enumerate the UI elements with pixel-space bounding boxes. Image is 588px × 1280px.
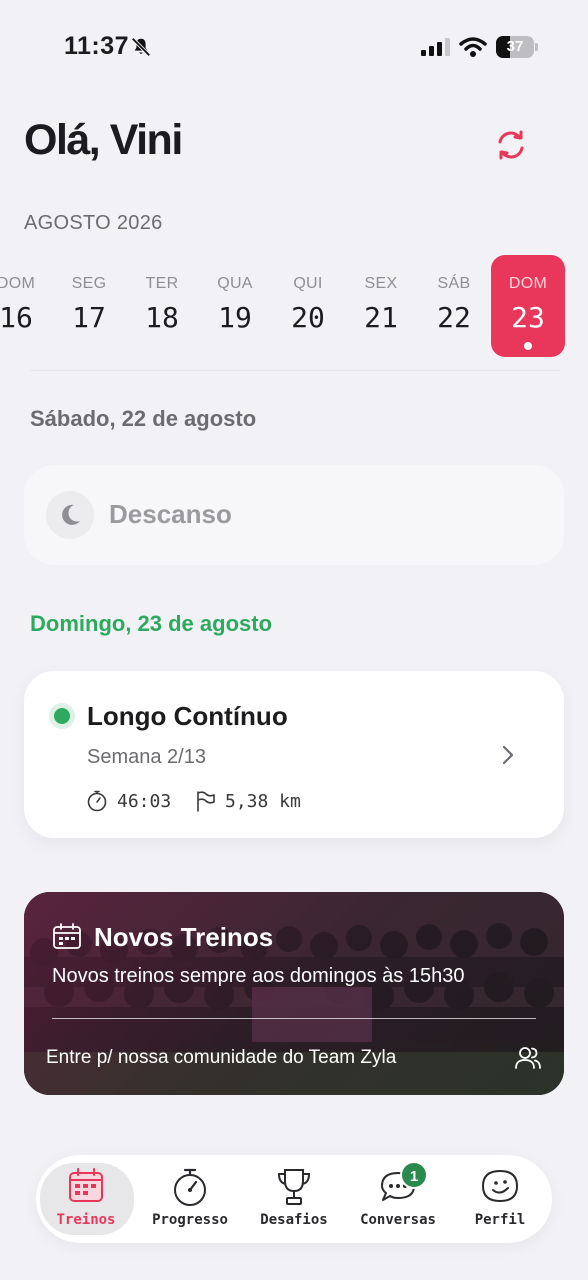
workout-card[interactable]: Longo Contínuo Semana 2/13 46:03 5,38 km <box>24 671 564 838</box>
tab-bar: Treinos Progresso Desafios 1 Conversas P… <box>36 1155 552 1243</box>
community-link[interactable]: Entre p/ nossa comunidade do Team Zyla <box>46 1047 396 1069</box>
notification-badge: 1 <box>400 1161 428 1189</box>
status-time: 11:37 <box>64 32 130 60</box>
calendar-icon <box>69 1168 103 1202</box>
page-title: Olá, Vini <box>24 116 183 164</box>
tab-label: Treinos <box>56 1212 116 1228</box>
day-cell[interactable]: SEX 21 <box>344 255 418 357</box>
day-name: SEG <box>71 275 107 292</box>
divider <box>52 1018 536 1019</box>
wifi-icon <box>459 37 487 57</box>
signal-icon <box>421 38 450 56</box>
day-cell[interactable]: SÁB 22 <box>417 255 491 357</box>
refresh-icon <box>498 130 524 160</box>
day-number: 16 <box>0 301 33 334</box>
status-dot <box>54 708 70 724</box>
day-number: 20 <box>291 301 325 334</box>
day-cell[interactable]: DOM 16 <box>0 255 53 357</box>
day-name: SEX <box>364 275 398 292</box>
bell-slash-icon <box>131 37 151 57</box>
day-name: SÁB <box>437 275 471 292</box>
tab-desafios[interactable]: Desafios <box>244 1155 344 1243</box>
day-cell[interactable]: QUA 19 <box>198 255 272 357</box>
tab-label: Desafios <box>260 1212 328 1228</box>
tab-label: Perfil <box>474 1212 526 1228</box>
tab-perfil[interactable]: Perfil <box>450 1155 550 1243</box>
tab-progresso[interactable]: Progresso <box>140 1155 240 1243</box>
divider <box>30 370 560 371</box>
flag-icon <box>197 791 215 812</box>
day-name: TER <box>145 275 179 292</box>
day-cell[interactable]: QUI 20 <box>271 255 345 357</box>
battery-icon: 37 <box>496 36 538 58</box>
day-number: 17 <box>72 301 106 334</box>
day-name: QUA <box>217 275 253 292</box>
workout-title: Longo Contínuo <box>87 701 288 731</box>
day-name: QUI <box>293 275 323 292</box>
workout-day-date: Domingo, 23 de agosto <box>30 611 273 636</box>
refresh-button[interactable] <box>490 124 532 166</box>
day-number: 23 <box>511 301 545 334</box>
workout-duration: 46:03 <box>117 791 172 812</box>
battery-level: 37 <box>506 38 524 55</box>
month-label: AGOSTO 2026 <box>24 212 163 234</box>
rest-day-card[interactable]: Descanso <box>24 465 564 565</box>
day-number: 19 <box>218 301 252 334</box>
workout-week: Semana 2/13 <box>87 746 206 768</box>
workout-distance: 5,38 km <box>225 791 301 812</box>
banner-subtitle: Novos treinos sempre aos domingos às 15h… <box>52 965 465 987</box>
stopwatch-icon <box>87 790 107 812</box>
today-dot <box>524 342 532 350</box>
rest-label: Descanso <box>109 499 232 529</box>
day-number: 18 <box>145 301 179 334</box>
day-cell[interactable]: TER 18 <box>125 255 199 357</box>
chevron-right-icon <box>502 745 514 765</box>
tab-treinos[interactable]: Treinos <box>36 1155 136 1243</box>
tab-conversas[interactable]: 1 Conversas <box>348 1155 448 1243</box>
week-strip: DOM 16 SEG 17 TER 18 QUA 19 QUI 20 SEX 2… <box>0 255 588 357</box>
status-bar: 11:37 37 <box>0 0 588 96</box>
day-number: 22 <box>437 301 471 334</box>
tab-label: Progresso <box>152 1212 228 1228</box>
smiley-icon <box>481 1169 519 1203</box>
day-cell-selected[interactable]: DOM 23 <box>491 255 565 357</box>
calendar-icon <box>53 923 81 949</box>
day-number: 21 <box>364 301 398 334</box>
trophy-icon <box>277 1169 311 1205</box>
rest-day-date: Sábado, 22 de agosto <box>30 406 257 431</box>
moon-icon <box>46 491 94 539</box>
community-banner[interactable]: Novos Treinos Novos treinos sempre aos d… <box>24 892 564 1095</box>
banner-title: Novos Treinos <box>94 922 274 952</box>
people-icon <box>515 1047 541 1069</box>
day-name: DOM <box>508 275 548 292</box>
stopwatch-icon <box>174 1168 206 1206</box>
day-name: DOM <box>0 275 36 292</box>
day-cell[interactable]: SEG 17 <box>52 255 126 357</box>
